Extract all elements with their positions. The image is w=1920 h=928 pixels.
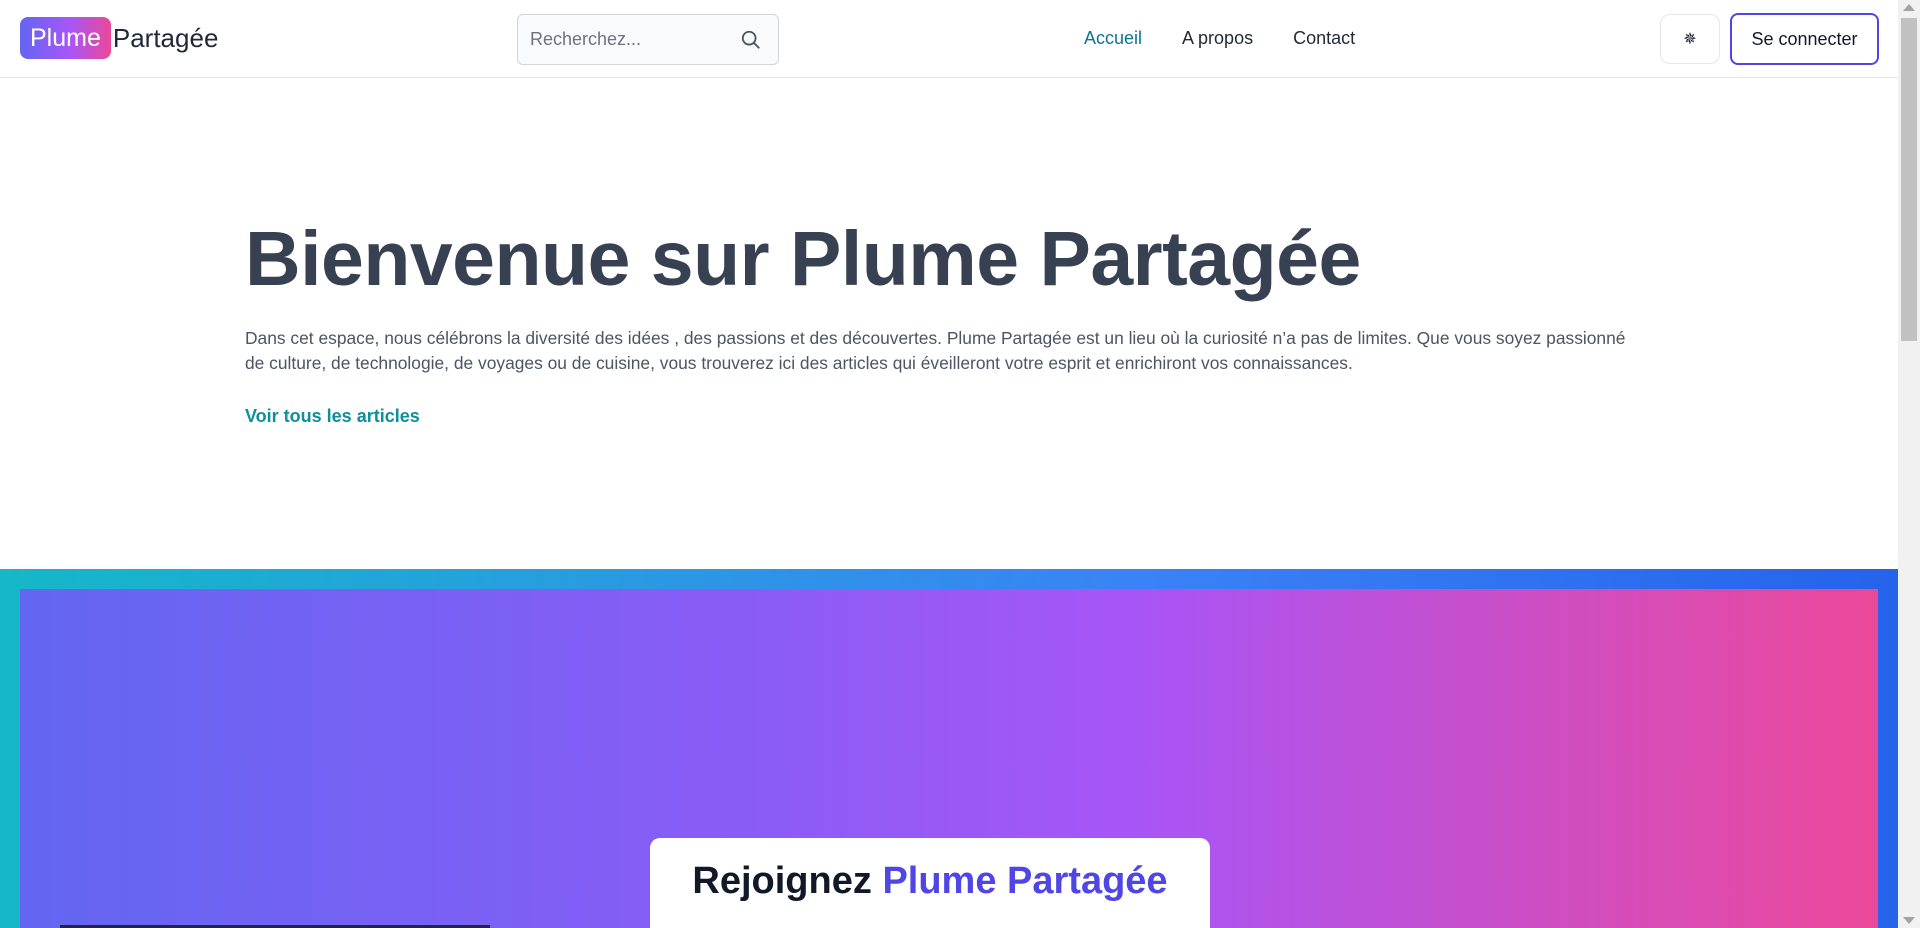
hero-description: Dans cet espace, nous célébrons la diver… <box>245 328 1626 373</box>
scroll-down-arrow-icon[interactable] <box>1903 917 1915 924</box>
vertical-scrollbar[interactable] <box>1898 0 1920 928</box>
scrollbar-thumb[interactable] <box>1901 18 1917 341</box>
hero-section: Bienvenue sur Plume Partagée Dans cet es… <box>245 215 1635 427</box>
join-title: Rejoignez Plume Partagée <box>650 860 1210 903</box>
page: Plume Partagée Accueil A propos Contact … <box>0 0 1898 928</box>
search-input[interactable] <box>530 29 730 50</box>
site-header: Plume Partagée Accueil A propos Contact … <box>0 0 1898 78</box>
logo-text: Partagée <box>112 22 219 53</box>
search-icon[interactable] <box>740 29 762 51</box>
scroll-up-arrow-icon[interactable] <box>1903 4 1915 11</box>
logo-badge: Plume <box>20 17 111 59</box>
sun-icon: ✵ <box>1683 31 1697 48</box>
join-title-prefix: Rejoignez <box>692 860 872 902</box>
join-title-accent: Plume Partagée <box>882 860 1168 902</box>
main-nav: Accueil A propos Contact <box>1084 28 1395 49</box>
nav-link-a-propos[interactable]: A propos <box>1182 28 1253 49</box>
join-card: Rejoignez Plume Partagée <box>650 838 1210 928</box>
hero-title: Bienvenue sur Plume Partagée <box>245 216 1361 302</box>
search-box <box>517 14 779 65</box>
theme-toggle-button[interactable]: ✵ <box>1660 14 1720 64</box>
all-articles-link[interactable]: Voir tous les articles <box>245 406 420 427</box>
login-button[interactable]: Se connecter <box>1730 13 1879 65</box>
nav-link-contact[interactable]: Contact <box>1293 28 1355 49</box>
nav-link-accueil[interactable]: Accueil <box>1084 28 1142 49</box>
site-logo[interactable]: Plume Partagée <box>20 17 218 59</box>
